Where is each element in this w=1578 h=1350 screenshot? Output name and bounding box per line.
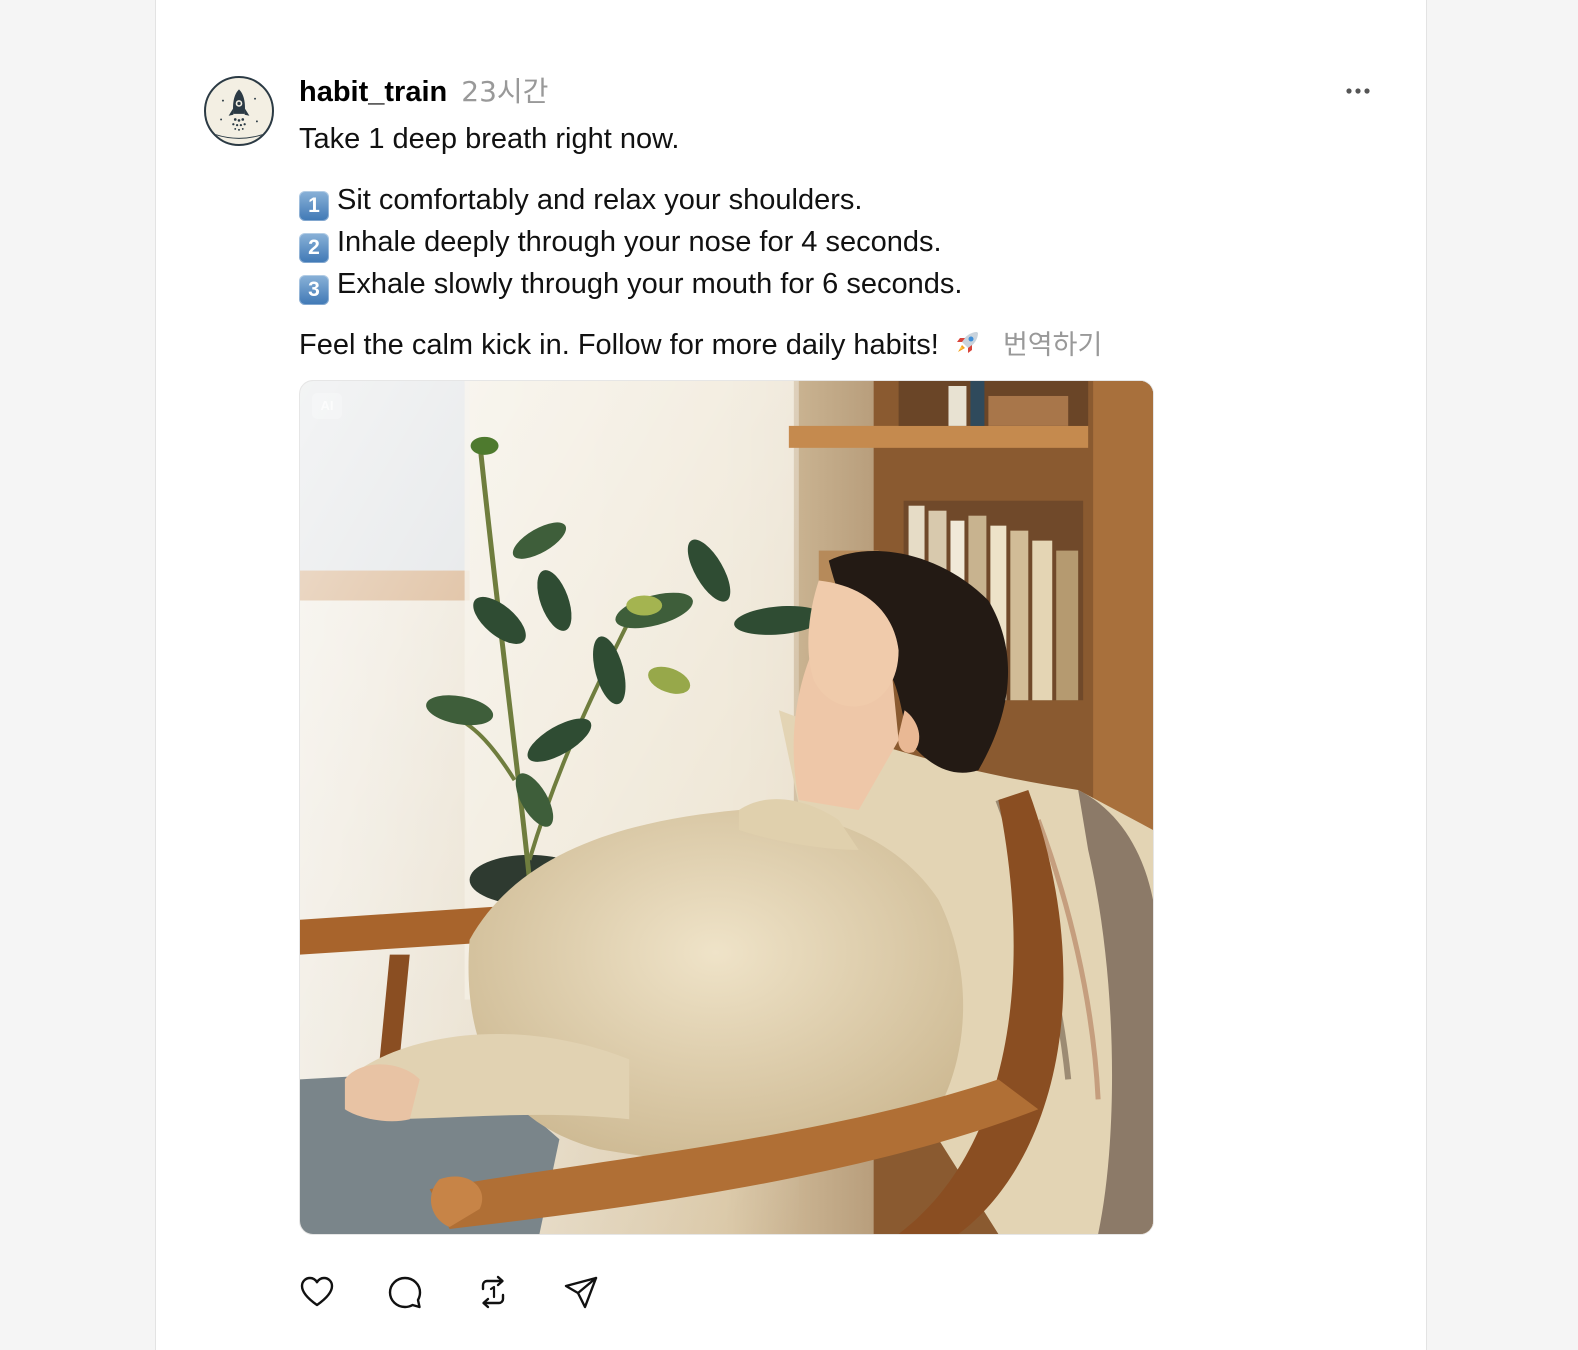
comment-icon <box>388 1276 422 1309</box>
step-text-1: Sit comfortably and relax your shoulders… <box>337 184 863 216</box>
post-header: habit_train 23시간 <box>299 70 548 110</box>
more-icon <box>1346 88 1370 94</box>
post-outro: Feel the calm kick in. Follow for more d… <box>299 329 939 361</box>
post-intro: Take 1 deep breath right now. <box>299 123 680 155</box>
step-line-3: 3 Exhale slowly through your mouth for 6 … <box>299 263 1299 305</box>
heart-icon <box>300 1276 334 1307</box>
step-text-3: Exhale slowly through your mouth for 6 s… <box>337 268 963 300</box>
relaxing-man-photo <box>300 381 1153 1234</box>
rocket-icon <box>207 79 271 143</box>
share-button[interactable] <box>563 1274 599 1310</box>
repost-button[interactable] <box>475 1274 511 1310</box>
more-options-button[interactable] <box>1336 76 1380 106</box>
post-text: Take 1 deep breath right now. 1 Sit comfo… <box>299 118 1299 367</box>
repost-icon <box>481 1275 505 1309</box>
step-text-2: Inhale deeply through your nose for 4 se… <box>337 226 942 258</box>
timestamp[interactable]: 23시간 <box>461 70 548 110</box>
keycap-1-icon: 1 <box>299 191 329 221</box>
avatar[interactable] <box>204 76 274 146</box>
translate-link[interactable]: 번역하기 <box>1003 330 1102 361</box>
action-bar <box>299 1274 599 1310</box>
keycap-3-icon: 3 <box>299 275 329 305</box>
username[interactable]: habit_train <box>299 76 447 109</box>
like-button[interactable] <box>299 1274 335 1310</box>
ai-badge: AI <box>312 393 342 419</box>
post-image[interactable]: AI <box>299 380 1154 1235</box>
feed-column: habit_train 23시간 Take 1 deep breath righ… <box>155 0 1427 1350</box>
keycap-2-icon: 2 <box>299 233 329 263</box>
step-line-1: 1 Sit comfortably and relax your shoulder… <box>299 179 1299 221</box>
post-outro-line: Feel the calm kick in. Follow for more d… <box>299 324 1299 367</box>
step-line-2: 2 Inhale deeply through your nose for 4 s… <box>299 221 1299 263</box>
send-icon <box>564 1276 598 1309</box>
comment-button[interactable] <box>387 1274 423 1310</box>
rocket-emoji-icon <box>956 332 978 353</box>
